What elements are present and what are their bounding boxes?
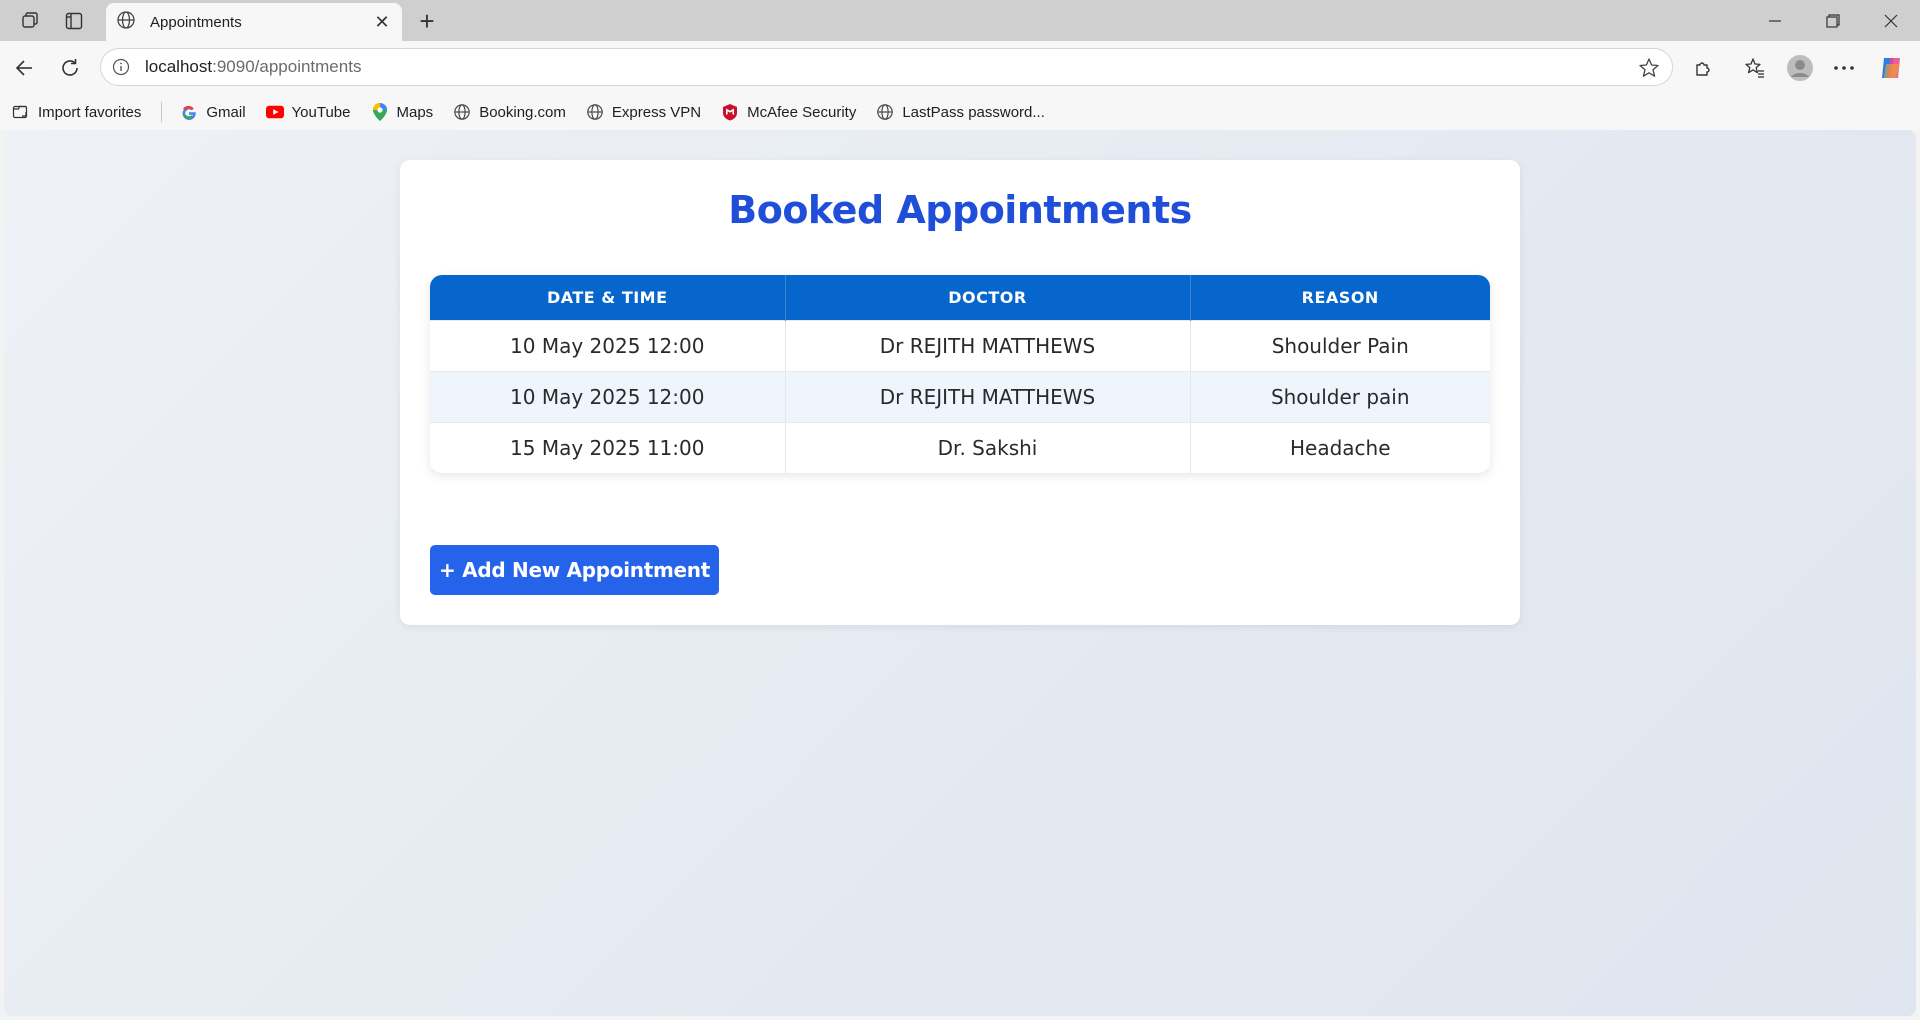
cell-doctor: Dr REJITH MATTHEWS <box>785 319 1191 371</box>
bookmark-youtube[interactable]: YouTube <box>265 103 351 121</box>
column-header-doctor: DOCTOR <box>785 275 1191 320</box>
bookmark-mcafee[interactable]: McAfee Security <box>721 103 856 121</box>
new-tab-icon[interactable]: + <box>414 6 440 36</box>
favorite-star-icon[interactable] <box>1638 57 1660 79</box>
cell-reason: Shoulder pain <box>1190 370 1490 422</box>
table-row: 10 May 2025 12:00 Dr REJITH MATTHEWS Sho… <box>430 370 1490 422</box>
add-new-appointment-button[interactable]: + Add New Appointment <box>430 545 719 595</box>
bookmark-label: Maps <box>396 103 434 121</box>
column-header-date-time: DATE & TIME <box>430 275 786 320</box>
bookmark-label: Gmail <box>206 103 246 121</box>
table-row: 10 May 2025 12:00 Dr REJITH MATTHEWS Sho… <box>430 319 1490 371</box>
bookmark-label: Express VPN <box>611 103 702 121</box>
bookmark-label: LastPass password... <box>902 103 1045 121</box>
bookmark-label: McAfee Security <box>747 103 857 121</box>
mcafee-icon <box>721 103 739 121</box>
refresh-icon[interactable] <box>56 54 84 82</box>
page-viewport: Booked Appointments DATE & TIME DOCTOR R… <box>4 130 1916 1016</box>
bookmark-express-vpn[interactable]: Express VPN <box>586 103 701 121</box>
cell-reason: Shoulder Pain <box>1190 319 1490 371</box>
bookmark-import-favorites[interactable]: Import favorites <box>12 103 141 121</box>
column-header-reason: REASON <box>1190 275 1490 320</box>
import-icon <box>12 103 30 121</box>
cell-doctor: Dr REJITH MATTHEWS <box>785 370 1191 422</box>
page-title: Booked Appointments <box>728 188 1192 232</box>
table-header-row: DATE & TIME DOCTOR REASON <box>430 275 1490 320</box>
minimize-icon[interactable] <box>1746 0 1804 41</box>
extensions-icon[interactable] <box>1689 54 1717 82</box>
globe-icon <box>116 10 136 35</box>
back-arrow-icon[interactable] <box>10 54 38 82</box>
cell-date-time: 15 May 2025 11:00 <box>430 421 786 473</box>
bookmark-booking[interactable]: Booking.com <box>453 103 566 121</box>
site-info-icon[interactable] <box>111 57 131 77</box>
address-bar[interactable]: localhost:9090/appointments <box>100 48 1673 86</box>
maps-pin-icon <box>371 103 389 121</box>
url-host: localhost <box>145 57 213 76</box>
cell-doctor: Dr. Sakshi <box>785 421 1191 473</box>
close-tab-icon[interactable]: ✕ <box>372 12 392 32</box>
bookmarks-divider <box>161 102 163 122</box>
bookmark-gmail[interactable]: Gmail <box>180 103 246 121</box>
workspaces-icon[interactable] <box>18 9 42 33</box>
browser-toolbar: localhost:9090/appointments <box>0 41 1920 94</box>
cell-date-time: 10 May 2025 12:00 <box>430 370 786 422</box>
globe-icon <box>453 103 471 121</box>
cell-date-time: 10 May 2025 12:00 <box>430 319 786 371</box>
vertical-tabs-icon[interactable] <box>62 9 86 33</box>
bookmark-lastpass[interactable]: LastPass password... <box>876 103 1045 121</box>
globe-icon <box>586 103 604 121</box>
restore-icon[interactable] <box>1804 0 1862 41</box>
bookmark-label: Import favorites <box>38 103 142 121</box>
table-row: 15 May 2025 11:00 Dr. Sakshi Headache <box>430 421 1490 473</box>
globe-icon <box>876 103 894 121</box>
url-text[interactable]: localhost:9090/appointments <box>145 57 361 77</box>
close-window-icon[interactable] <box>1862 0 1920 41</box>
active-tab[interactable]: Appointments ✕ <box>106 3 402 41</box>
youtube-icon <box>265 103 284 121</box>
profile-avatar-icon[interactable] <box>1786 54 1814 82</box>
more-options-icon[interactable] <box>1830 54 1858 82</box>
copilot-icon[interactable] <box>1878 54 1906 82</box>
bookmark-maps[interactable]: Maps <box>371 103 434 121</box>
cell-reason: Headache <box>1190 421 1490 473</box>
bookmarks-bar: Import favorites Gmail YouTube Maps Book… <box>0 94 1920 130</box>
bookmark-label: YouTube <box>291 103 351 121</box>
favorites-icon[interactable] <box>1741 54 1769 82</box>
bookmark-label: Booking.com <box>479 103 566 121</box>
google-icon <box>180 103 198 121</box>
url-path: :9090/appointments <box>212 57 362 76</box>
tab-title: Appointments <box>150 13 242 31</box>
appointments-card: Booked Appointments DATE & TIME DOCTOR R… <box>400 160 1520 625</box>
appointments-table: DATE & TIME DOCTOR REASON 10 May 2025 12… <box>430 275 1490 473</box>
browser-titlebar: Appointments ✕ + <box>0 0 1920 41</box>
